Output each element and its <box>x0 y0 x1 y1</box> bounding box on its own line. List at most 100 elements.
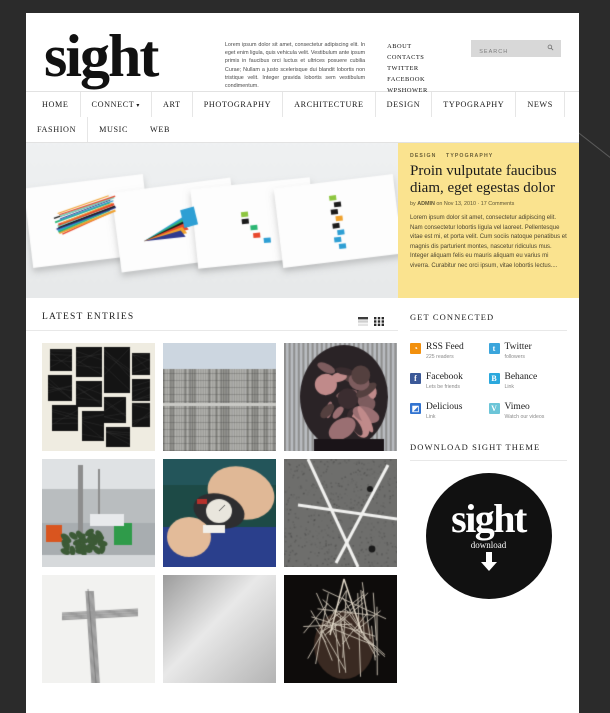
thumbnail-hands-winding-wristwatch[interactable] <box>163 459 276 567</box>
header-link-contacts[interactable]: CONTACTS <box>387 52 457 63</box>
site-header: sight Lorem ipsum dolor sit amet, consec… <box>26 13 579 91</box>
thumbnail-metal-cross-sculpture[interactable] <box>42 575 155 683</box>
thumbnail-image <box>284 343 397 451</box>
thumbnail-image <box>42 459 155 567</box>
social-link-facebook[interactable]: f Facebook Lets be friends <box>410 372 489 390</box>
social-link-twitter[interactable]: t Twitter followers <box>489 342 568 360</box>
download-theme-title: DOWNLOAD SIGHT THEME <box>410 442 567 461</box>
social-name: RSS Feed <box>426 342 464 352</box>
thumbnail-image <box>163 575 276 683</box>
nav-item-fashion[interactable]: FASHION <box>26 117 88 142</box>
nav-label: HOME <box>42 100 69 109</box>
nav-label: ARCHITECTURE <box>294 100 364 109</box>
sidebar: GET CONNECTED ◔ RSS Feed 225 readers t Twitt… <box>398 298 579 683</box>
featured-post-meta: by ADMIN on Nov 13, 2010 · 17 Comments <box>410 201 567 207</box>
nav-label: ART <box>163 100 181 109</box>
social-link-behance[interactable]: B Behance Link <box>489 372 568 390</box>
featured-post: DESIGN TYPOGRAPHY Proin vulputate faucib… <box>26 143 579 298</box>
main-navigation: HOME CONNECT ▾ ART PHOTOGRAPHY ARCHITECTU… <box>26 91 579 143</box>
download-badge-label: download <box>471 540 507 550</box>
download-theme-badge[interactable]: sight download <box>426 473 552 599</box>
thumbnail-discarded-christmas-tree-alley[interactable] <box>42 459 155 567</box>
thumbnail-concrete-facade-building[interactable] <box>163 343 276 451</box>
latest-entries-header: LATEST ENTRIES <box>26 298 398 331</box>
nav-item-news[interactable]: NEWS <box>516 92 565 117</box>
thumbnail-white-poles-on-concrete[interactable] <box>284 459 397 567</box>
thumbnail-image <box>284 575 397 683</box>
content-area: LATEST ENTRIES GET CONNECTED ◔ RSS Feed … <box>26 298 579 683</box>
meta-author[interactable]: ADMIN <box>417 201 435 207</box>
featured-post-text: DESIGN TYPOGRAPHY Proin vulputate faucib… <box>398 143 579 298</box>
social-sublabel: followers <box>505 354 532 360</box>
nav-item-photography[interactable]: PHOTOGRAPHY <box>193 92 283 117</box>
rss-icon: ◔ <box>410 343 421 354</box>
social-sublabel: 225 readers <box>426 354 464 360</box>
thumbnail-image <box>42 343 155 451</box>
grid-view-icon[interactable] <box>374 313 384 322</box>
category-typography[interactable]: TYPOGRAPHY <box>446 153 493 159</box>
twitter-icon: t <box>489 343 500 354</box>
social-sublabel: Link <box>505 384 538 390</box>
thumbnail-grey-gradient-surface[interactable] <box>163 575 276 683</box>
down-arrow-icon <box>480 552 498 577</box>
social-links: ◔ RSS Feed 225 readers t Twitter followers f Fa… <box>410 342 567 432</box>
site-logo[interactable]: sight <box>44 29 203 83</box>
social-name: Behance <box>505 372 538 382</box>
nav-item-web[interactable]: WEB <box>139 117 181 142</box>
meta-date: Nov 13, 2010 <box>444 201 476 207</box>
nav-label: TYPOGRAPHY <box>443 100 504 109</box>
nav-label: NEWS <box>527 100 553 109</box>
download-badge-logo: sight <box>451 502 526 536</box>
featured-post-categories: DESIGN TYPOGRAPHY <box>410 153 567 159</box>
page-container: sight Lorem ipsum dolor sit amet, consec… <box>26 13 579 713</box>
featured-post-title[interactable]: Proin vulputate faucibus diam, eget eges… <box>410 163 567 197</box>
featured-post-excerpt: Lorem ipsum dolor sit amet, consectetur … <box>410 214 567 272</box>
nav-item-connect[interactable]: CONNECT ▾ <box>81 92 153 117</box>
list-view-icon[interactable] <box>358 313 368 322</box>
thumbnail-image <box>163 343 276 451</box>
nav-label: FASHION <box>37 125 76 134</box>
thumbnail-image <box>42 575 155 683</box>
nav-item-architecture[interactable]: ARCHITECTURE <box>283 92 376 117</box>
chevron-down-icon: ▾ <box>136 103 140 109</box>
meta-comments[interactable]: 17 Comments <box>481 201 515 207</box>
social-sublabel: Link <box>426 414 462 420</box>
search-input[interactable] <box>477 43 551 62</box>
thumbnail-black-squares-collage[interactable] <box>42 343 155 451</box>
nav-item-design[interactable]: DESIGN <box>376 92 433 117</box>
facebook-icon: f <box>410 373 421 384</box>
thumbnail-image <box>284 459 397 567</box>
site-tagline: Lorem ipsum dolor sit amet, consectetur … <box>225 41 365 90</box>
social-link-rss-feed[interactable]: ◔ RSS Feed 225 readers <box>410 342 489 360</box>
nav-item-music[interactable]: MUSIC <box>88 117 139 142</box>
view-toggle <box>358 313 384 322</box>
featured-slider-canvas <box>26 143 398 298</box>
header-links: ABOUT CONTACTS TWITTER FACEBOOK WPSHOWER <box>387 41 457 96</box>
thumbnail-wire-structure-dark[interactable] <box>284 575 397 683</box>
social-link-delicious[interactable]: ◩ Delicious Link <box>410 402 489 420</box>
social-name: Vimeo <box>505 402 545 412</box>
get-connected-title: GET CONNECTED <box>410 312 567 331</box>
featured-post-image[interactable] <box>26 143 398 298</box>
social-name: Twitter <box>505 342 532 352</box>
social-name: Facebook <box>426 372 463 382</box>
category-design[interactable]: DESIGN <box>410 153 437 159</box>
meta-on: on <box>436 201 442 207</box>
nav-label: DESIGN <box>387 100 421 109</box>
behance-icon: B <box>489 373 500 384</box>
nav-item-art[interactable]: ART <box>152 92 193 117</box>
thumbnail-paper-sculpture-face[interactable] <box>284 343 397 451</box>
nav-item-typography[interactable]: TYPOGRAPHY <box>432 92 516 117</box>
main-column: LATEST ENTRIES <box>26 298 398 683</box>
header-link-twitter[interactable]: TWITTER <box>387 63 457 74</box>
search-box[interactable] <box>471 40 561 57</box>
nav-label: MUSIC <box>99 125 128 134</box>
nav-label: PHOTOGRAPHY <box>204 100 271 109</box>
search-icon[interactable] <box>547 44 554 51</box>
thumbnail-image <box>163 459 276 567</box>
nav-item-home[interactable]: HOME <box>26 92 81 117</box>
social-sublabel: Lets be friends <box>426 384 463 390</box>
header-link-about[interactable]: ABOUT <box>387 41 457 52</box>
social-link-vimeo[interactable]: V Vimeo Watch our videos <box>489 402 568 420</box>
header-link-facebook[interactable]: FACEBOOK <box>387 74 457 85</box>
